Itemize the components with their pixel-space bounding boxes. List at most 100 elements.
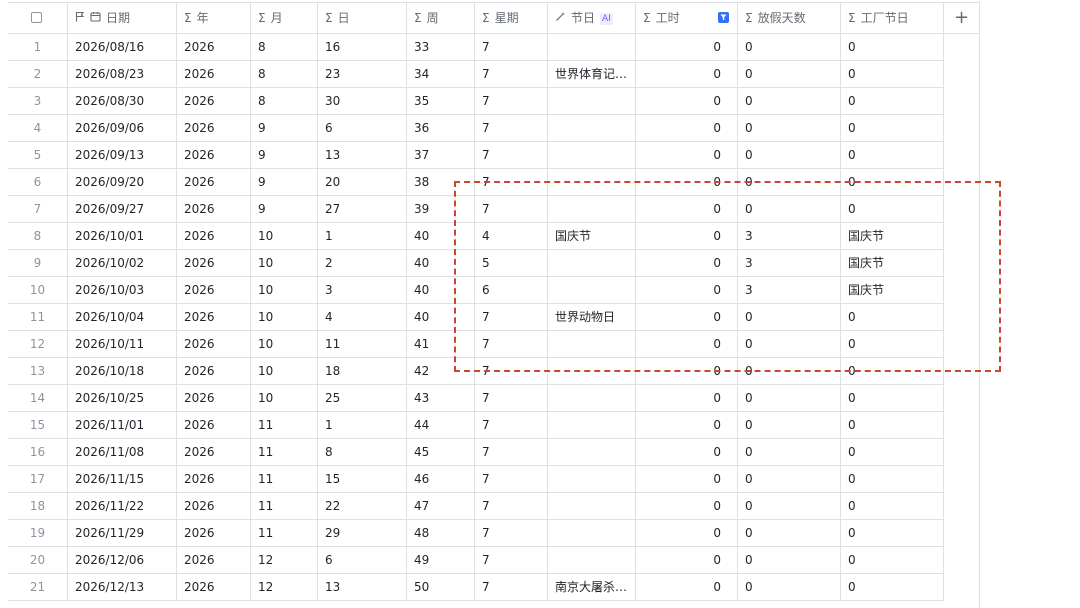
cell-hours[interactable]: 0 xyxy=(636,61,738,87)
cell-year[interactable]: 2026 xyxy=(177,169,251,195)
cell-date[interactable]: 2026/10/25 xyxy=(68,385,177,411)
cell-date[interactable]: 2026/10/02 xyxy=(68,250,177,276)
table-row[interactable]: 21 2026/12/13 2026 12 13 50 7 南京大屠杀… 0 0 0 xyxy=(8,574,944,601)
cell-year[interactable]: 2026 xyxy=(177,331,251,357)
cell-holiday-days[interactable]: 0 xyxy=(738,358,841,384)
cell-day[interactable]: 4 xyxy=(318,304,407,330)
cell-holiday-days[interactable]: 0 xyxy=(738,385,841,411)
cell-date[interactable]: 2026/11/22 xyxy=(68,493,177,519)
cell-year[interactable]: 2026 xyxy=(177,223,251,249)
cell-year[interactable]: 2026 xyxy=(177,250,251,276)
header-week[interactable]: Σ周 xyxy=(407,3,475,33)
cell-weekday[interactable]: 7 xyxy=(475,142,548,168)
cell-holiday-days[interactable]: 0 xyxy=(738,574,841,600)
cell-weekday[interactable]: 7 xyxy=(475,331,548,357)
cell-holiday-days[interactable]: 0 xyxy=(738,61,841,87)
cell-festival[interactable] xyxy=(548,34,636,60)
cell-hours[interactable]: 0 xyxy=(636,547,738,573)
cell-week[interactable]: 33 xyxy=(407,34,475,60)
cell-holiday-days[interactable]: 3 xyxy=(738,223,841,249)
row-index[interactable]: 4 xyxy=(8,115,68,141)
cell-festival[interactable]: 南京大屠杀… xyxy=(548,574,636,600)
cell-weekday[interactable]: 5 xyxy=(475,250,548,276)
cell-weekday[interactable]: 7 xyxy=(475,34,548,60)
cell-hours[interactable]: 0 xyxy=(636,34,738,60)
cell-weekday[interactable]: 7 xyxy=(475,169,548,195)
cell-week[interactable]: 50 xyxy=(407,574,475,600)
cell-week[interactable]: 48 xyxy=(407,520,475,546)
cell-day[interactable]: 6 xyxy=(318,547,407,573)
cell-day[interactable]: 16 xyxy=(318,34,407,60)
cell-festival[interactable] xyxy=(548,520,636,546)
cell-day[interactable]: 30 xyxy=(318,88,407,114)
cell-year[interactable]: 2026 xyxy=(177,61,251,87)
cell-festival[interactable] xyxy=(548,385,636,411)
cell-year[interactable]: 2026 xyxy=(177,277,251,303)
select-all-checkbox[interactable] xyxy=(31,12,42,23)
cell-date[interactable]: 2026/12/13 xyxy=(68,574,177,600)
table-row[interactable]: 13 2026/10/18 2026 10 18 42 7 0 0 0 xyxy=(8,358,944,385)
cell-factory-festival[interactable]: 0 xyxy=(841,142,944,168)
cell-festival[interactable]: 世界动物日 xyxy=(548,304,636,330)
cell-week[interactable]: 40 xyxy=(407,223,475,249)
header-day[interactable]: Σ日 xyxy=(318,3,407,33)
cell-factory-festival[interactable]: 0 xyxy=(841,385,944,411)
table-row[interactable]: 12 2026/10/11 2026 10 11 41 7 0 0 0 xyxy=(8,331,944,358)
header-factory-festival[interactable]: Σ 工厂节日 xyxy=(841,3,944,33)
cell-holiday-days[interactable]: 0 xyxy=(738,196,841,222)
table-row[interactable]: 20 2026/12/06 2026 12 6 49 7 0 0 0 xyxy=(8,547,944,574)
table-row[interactable]: 1 2026/08/16 2026 8 16 33 7 0 0 0 xyxy=(8,34,944,61)
cell-date[interactable]: 2026/10/04 xyxy=(68,304,177,330)
table-row[interactable]: 15 2026/11/01 2026 11 1 44 7 0 0 0 xyxy=(8,412,944,439)
cell-weekday[interactable]: 6 xyxy=(475,277,548,303)
table-row[interactable]: 2 2026/08/23 2026 8 23 34 7 世界体育记… 0 0 0 xyxy=(8,61,944,88)
cell-month[interactable]: 8 xyxy=(251,61,318,87)
row-index[interactable]: 21 xyxy=(8,574,68,600)
cell-year[interactable]: 2026 xyxy=(177,412,251,438)
cell-week[interactable]: 41 xyxy=(407,331,475,357)
cell-hours[interactable]: 0 xyxy=(636,115,738,141)
cell-date[interactable]: 2026/12/06 xyxy=(68,547,177,573)
row-index[interactable]: 12 xyxy=(8,331,68,357)
cell-factory-festival[interactable]: 0 xyxy=(841,61,944,87)
cell-holiday-days[interactable]: 0 xyxy=(738,412,841,438)
cell-month[interactable]: 8 xyxy=(251,88,318,114)
cell-holiday-days[interactable]: 0 xyxy=(738,520,841,546)
cell-week[interactable]: 42 xyxy=(407,358,475,384)
cell-week[interactable]: 40 xyxy=(407,250,475,276)
cell-weekday[interactable]: 7 xyxy=(475,115,548,141)
cell-weekday[interactable]: 4 xyxy=(475,223,548,249)
cell-month[interactable]: 10 xyxy=(251,331,318,357)
cell-day[interactable]: 23 xyxy=(318,61,407,87)
cell-date[interactable]: 2026/09/13 xyxy=(68,142,177,168)
cell-weekday[interactable]: 7 xyxy=(475,520,548,546)
cell-factory-festival[interactable]: 0 xyxy=(841,196,944,222)
cell-festival[interactable] xyxy=(548,169,636,195)
cell-weekday[interactable]: 7 xyxy=(475,493,548,519)
cell-month[interactable]: 9 xyxy=(251,169,318,195)
cell-week[interactable]: 39 xyxy=(407,196,475,222)
cell-year[interactable]: 2026 xyxy=(177,385,251,411)
filter-icon[interactable] xyxy=(718,12,729,23)
cell-festival[interactable] xyxy=(548,412,636,438)
cell-holiday-days[interactable]: 0 xyxy=(738,115,841,141)
cell-festival[interactable] xyxy=(548,493,636,519)
table-row[interactable]: 8 2026/10/01 2026 10 1 40 4 国庆节 0 3 国庆节 xyxy=(8,223,944,250)
cell-month[interactable]: 11 xyxy=(251,412,318,438)
cell-month[interactable]: 8 xyxy=(251,34,318,60)
cell-factory-festival[interactable]: 0 xyxy=(841,493,944,519)
cell-week[interactable]: 34 xyxy=(407,61,475,87)
table-row[interactable]: 3 2026/08/30 2026 8 30 35 7 0 0 0 xyxy=(8,88,944,115)
cell-month[interactable]: 10 xyxy=(251,277,318,303)
row-index[interactable]: 16 xyxy=(8,439,68,465)
cell-day[interactable]: 6 xyxy=(318,115,407,141)
cell-month[interactable]: 11 xyxy=(251,466,318,492)
cell-festival[interactable] xyxy=(548,277,636,303)
cell-factory-festival[interactable]: 0 xyxy=(841,574,944,600)
row-index[interactable]: 18 xyxy=(8,493,68,519)
row-index[interactable]: 9 xyxy=(8,250,68,276)
row-index[interactable]: 19 xyxy=(8,520,68,546)
header-hours[interactable]: Σ 工时 xyxy=(636,3,738,33)
cell-year[interactable]: 2026 xyxy=(177,196,251,222)
cell-factory-festival[interactable]: 国庆节 xyxy=(841,277,944,303)
